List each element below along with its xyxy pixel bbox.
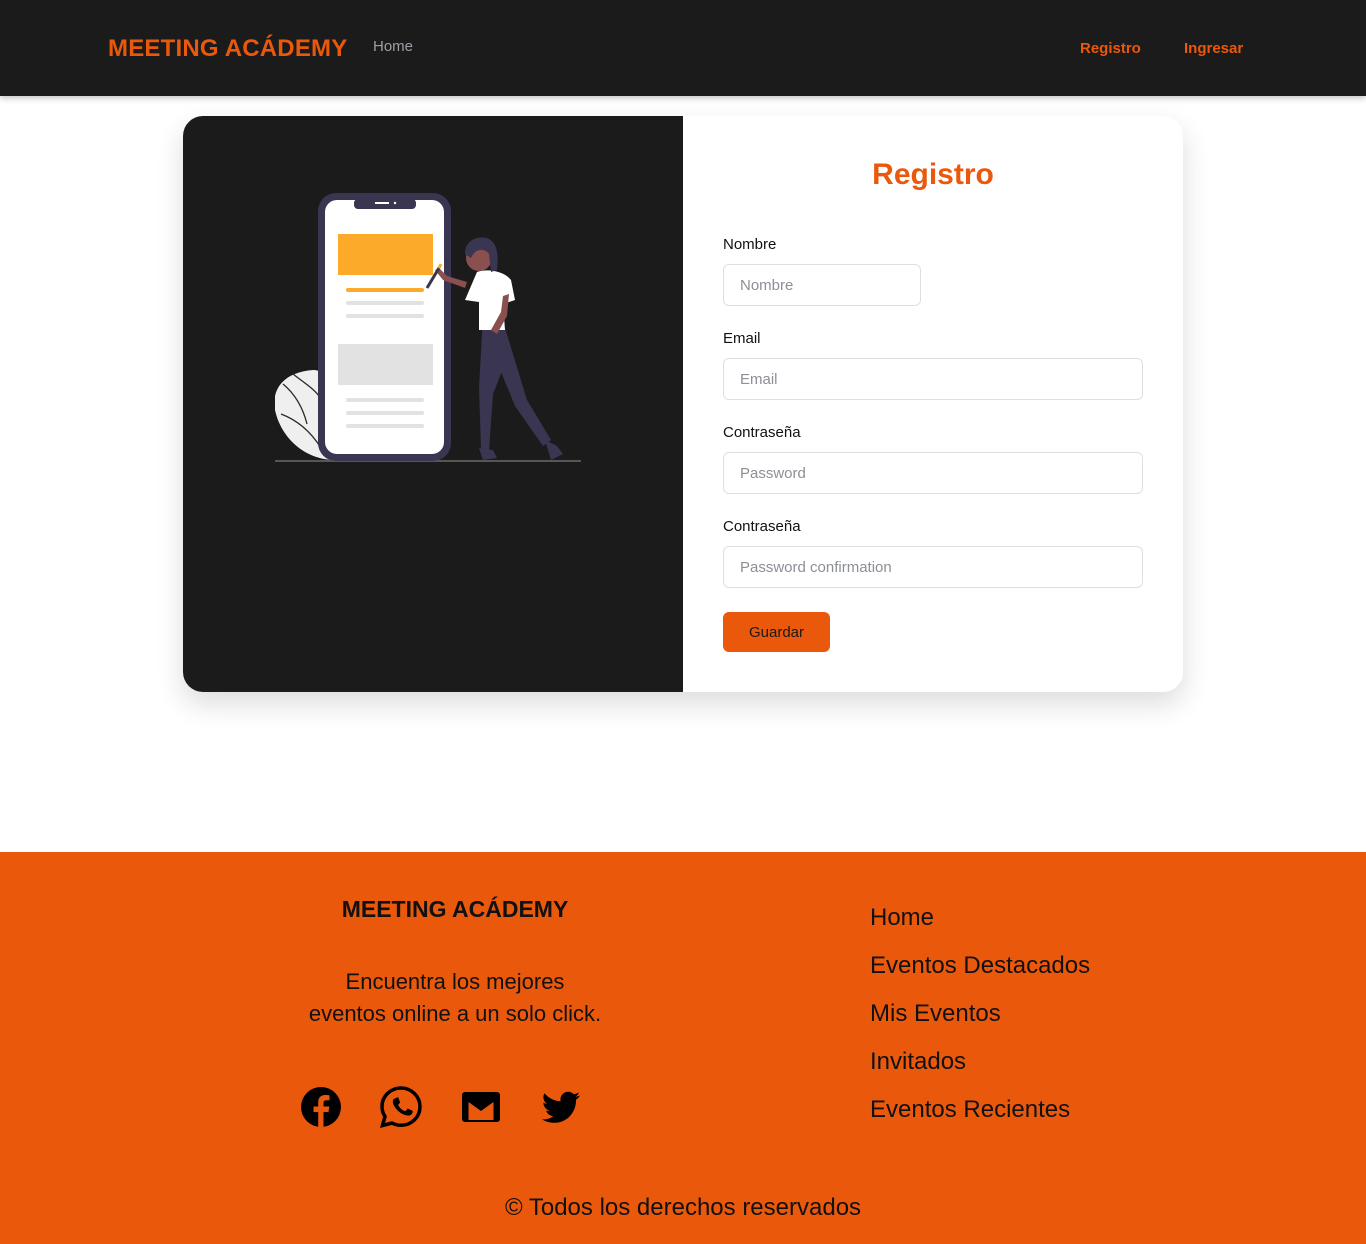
password-confirmation-input[interactable] [723,546,1143,588]
footer-tagline-line1: Encuentra los mejores [345,969,565,994]
registration-card: Registro Nombre Email Contraseña Contras… [183,116,1183,692]
nav-link-home[interactable]: Home [373,38,413,55]
registration-form-panel: Registro Nombre Email Contraseña Contras… [683,116,1183,692]
email-label: Email [723,330,761,347]
smartphone-icon [318,193,451,461]
whatsapp-icon[interactable] [380,1086,422,1128]
footer-brand: MEETING ACÁDEMY [341,896,569,922]
gmail-icon[interactable] [460,1086,502,1128]
footer-links: Home Eventos Destacados Mis Eventos Invi… [870,902,1090,1142]
top-navbar: MEETING ACÁDEMY Home Registro Ingresar [0,0,1366,96]
password-label: Contraseña [723,424,801,441]
save-button[interactable]: Guardar [723,612,830,652]
twitter-icon[interactable] [540,1086,582,1128]
brand-logo-link[interactable]: MEETING ACÁDEMY [108,35,347,63]
email-input[interactable] [723,358,1143,400]
name-label: Nombre [723,236,777,253]
nav-link-registro[interactable]: Registro [1080,40,1141,57]
footer-link-home[interactable]: Home [870,902,1090,950]
form-title: Registro [872,158,994,191]
footer-link-eventos-recientes[interactable]: Eventos Recientes [870,1094,1090,1142]
password-confirmation-label: Contraseña [723,518,801,535]
nav-link-ingresar[interactable]: Ingresar [1184,40,1243,57]
copyright-text: © Todos los derechos reservados [504,1194,862,1221]
footer-link-eventos-destacados[interactable]: Eventos Destacados [870,950,1090,998]
footer-link-invitados[interactable]: Invitados [870,1046,1090,1094]
footer-tagline: Encuentra los mejores eventos online a u… [255,966,655,1030]
facebook-icon[interactable] [300,1086,342,1128]
password-input[interactable] [723,452,1143,494]
name-input[interactable] [723,264,921,306]
footer-tagline-line2: eventos online a un solo click. [308,1001,602,1026]
phone-illustration [275,193,581,462]
illustration-panel [183,116,683,692]
site-footer: MEETING ACÁDEMY Encuentra los mejores ev… [0,852,1366,1244]
footer-link-mis-eventos[interactable]: Mis Eventos [870,998,1090,1046]
